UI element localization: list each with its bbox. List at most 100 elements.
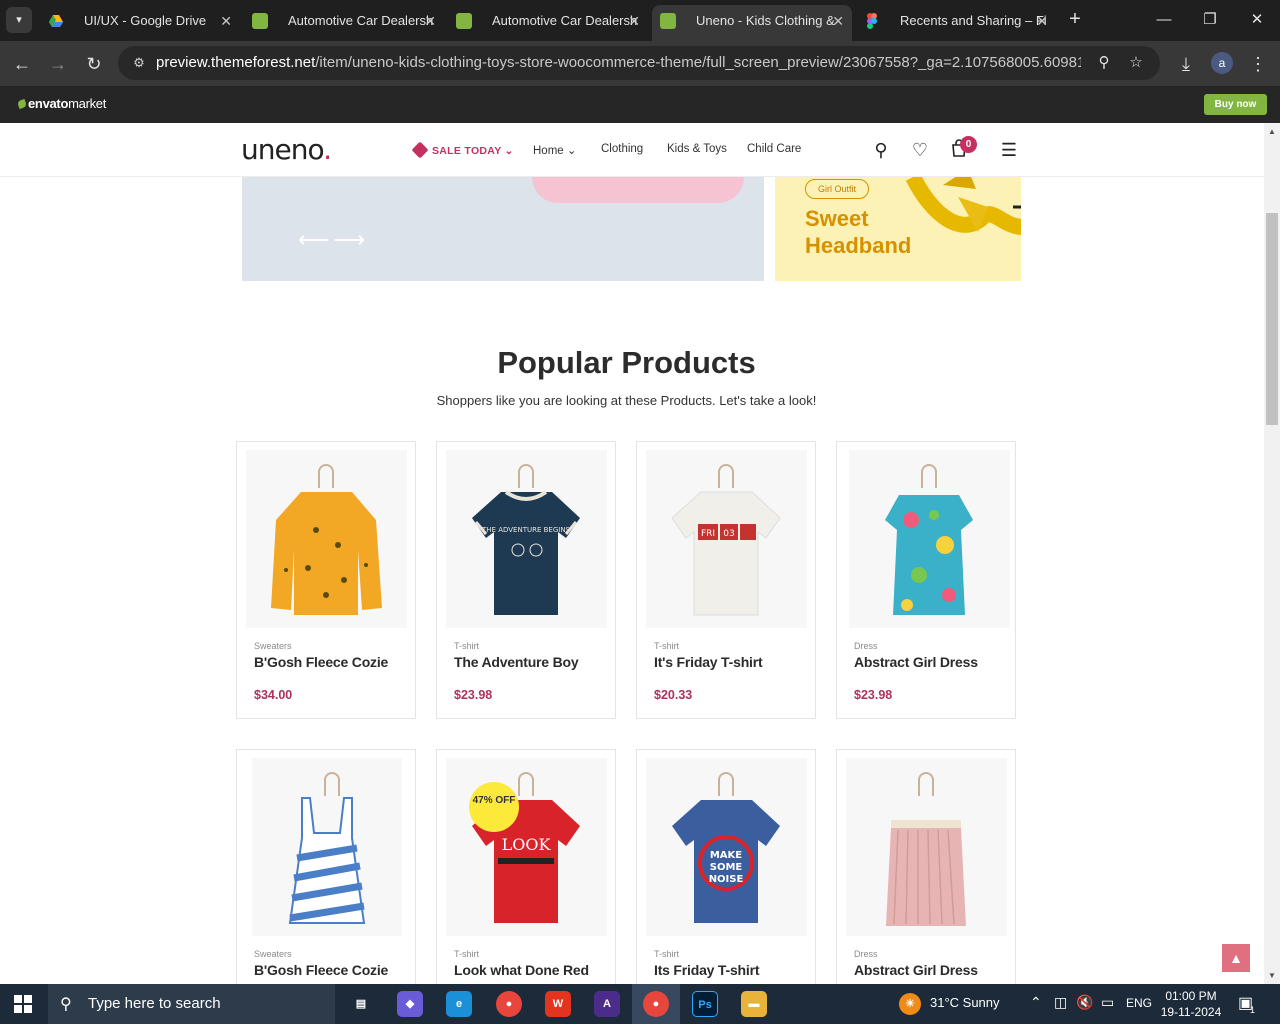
product-card[interactable]: Dress Abstract Girl Dress $23.98 bbox=[836, 441, 1016, 719]
product-name[interactable]: Abstract Girl Dress bbox=[854, 654, 978, 670]
sweet-headband-banner[interactable]: Girl Outfit Sweet Headband bbox=[775, 177, 1021, 281]
tshirt-image: MAKE SOME NOISE bbox=[672, 800, 780, 923]
product-name[interactable]: B'Gosh Fleece Cozie bbox=[254, 654, 388, 670]
nav-sale-today[interactable]: SALE TODAY ⌄ bbox=[411, 141, 514, 159]
notification-count: 1 bbox=[1250, 1005, 1256, 1015]
product-name[interactable]: Abstract Girl Dress bbox=[854, 962, 978, 978]
product-category: Sweaters bbox=[254, 641, 292, 651]
url-text[interactable]: preview.themeforest.net/item/uneno-kids-… bbox=[156, 46, 1081, 80]
close-window-button[interactable]: ✕ bbox=[1243, 8, 1271, 32]
zoom-icon[interactable]: ⚲ bbox=[1094, 53, 1114, 73]
product-image[interactable] bbox=[252, 758, 402, 936]
product-card[interactable]: LOOK 47% OFF T-shirt Look what Done Red bbox=[436, 749, 616, 984]
new-tab-button[interactable]: + bbox=[1064, 8, 1086, 30]
buy-now-button[interactable]: Buy now bbox=[1204, 94, 1267, 115]
chrome-profile-icon[interactable]: ● bbox=[643, 991, 669, 1017]
weather-text[interactable]: 31°C Sunny bbox=[930, 995, 1000, 1010]
site-info-icon[interactable]: ⚙ bbox=[130, 54, 148, 72]
browser-toolbar: ← → ↻ ⚙ preview.themeforest.net/item/une… bbox=[0, 41, 1280, 86]
envato-logo[interactable]: envatomarket bbox=[16, 96, 106, 111]
wps-office-icon[interactable]: W bbox=[545, 991, 571, 1017]
edge-browser-icon[interactable]: e bbox=[446, 991, 472, 1017]
back-button[interactable]: ← bbox=[9, 51, 35, 77]
product-price: $34.00 bbox=[254, 688, 293, 702]
product-name[interactable]: Its Friday T-shirt bbox=[654, 962, 760, 978]
back-to-top-button[interactable]: ▲ bbox=[1222, 944, 1250, 972]
tab-automotive-1[interactable]: Automotive Car Dealersh ✕ bbox=[244, 5, 444, 37]
tab-search-button[interactable]: ▾ bbox=[6, 7, 32, 33]
scroll-thumb[interactable] bbox=[1266, 213, 1278, 425]
reload-button[interactable]: ↻ bbox=[81, 51, 107, 77]
bookmark-star-icon[interactable]: ☆ bbox=[1126, 53, 1146, 73]
language-indicator[interactable]: ENG bbox=[1126, 996, 1152, 1010]
volume-icon[interactable]: 🔇 bbox=[1076, 994, 1093, 1011]
product-card[interactable]: Sweaters B'Gosh Fleece Cozie bbox=[236, 749, 416, 984]
weather-icon[interactable]: ☀ bbox=[899, 993, 921, 1015]
product-image[interactable] bbox=[246, 450, 407, 628]
tab-uneno-active[interactable]: Uneno - Kids Clothing & ✕ bbox=[652, 5, 852, 41]
tray-chevron-up-icon[interactable]: ⌃ bbox=[1030, 994, 1042, 1011]
product-image[interactable]: THE ADVENTURE BEGINS bbox=[446, 450, 607, 628]
chrome-icon[interactable]: ● bbox=[496, 991, 522, 1017]
page-scrollbar[interactable]: ▲ ▼ bbox=[1264, 123, 1280, 984]
close-icon[interactable]: ✕ bbox=[832, 5, 844, 37]
forward-button[interactable]: → bbox=[45, 51, 71, 77]
profile-avatar[interactable]: a bbox=[1211, 52, 1233, 74]
tab-google-drive[interactable]: UI/UX - Google Drive ✕ bbox=[40, 5, 240, 37]
photoshop-icon[interactable]: Ps bbox=[692, 991, 718, 1017]
product-card[interactable]: Sweaters B'Gosh Fleece Cozie $34.00 bbox=[236, 441, 416, 719]
search-icon[interactable]: ⚲ bbox=[870, 139, 892, 161]
task-view-icon[interactable]: ▤ bbox=[348, 991, 374, 1017]
product-card[interactable]: Dress Abstract Girl Dress bbox=[836, 749, 1016, 984]
wishlist-heart-icon[interactable]: ♡ bbox=[909, 139, 931, 161]
envato-leaf-icon bbox=[16, 98, 28, 110]
arrow-left-icon[interactable]: ⟵ bbox=[298, 227, 334, 252]
copilot-icon[interactable]: ◆ bbox=[397, 991, 423, 1017]
nav-clothing[interactable]: Clothing bbox=[601, 143, 643, 155]
windows-start-icon[interactable] bbox=[14, 995, 32, 1013]
nav-home[interactable]: Home ⌄ bbox=[533, 143, 577, 157]
product-card[interactable]: THE ADVENTURE BEGINS T-shirt The Adventu… bbox=[436, 441, 616, 719]
svg-text:MAKE: MAKE bbox=[710, 850, 742, 861]
camera-icon[interactable]: ◫ bbox=[1054, 994, 1067, 1011]
tab-title: Automotive Car Dealersh bbox=[492, 13, 638, 28]
product-card[interactable]: FRI 03 T-shirt It's Friday T-shirt $20.3… bbox=[636, 441, 816, 719]
network-icon[interactable]: ▭ bbox=[1101, 994, 1114, 1011]
close-icon[interactable]: ✕ bbox=[424, 5, 436, 37]
nav-kids-toys[interactable]: Kids & Toys bbox=[667, 143, 727, 155]
tab-figma[interactable]: Recents and Sharing – Fi ✕ bbox=[856, 5, 1056, 37]
product-name[interactable]: It's Friday T-shirt bbox=[654, 654, 763, 670]
close-icon[interactable]: ✕ bbox=[1036, 5, 1048, 37]
ai-app-icon[interactable]: A bbox=[594, 991, 620, 1017]
download-icon[interactable]: ⤓ bbox=[1173, 51, 1199, 77]
windows-taskbar: ⚲ Type here to search ▤ ◆ e ● W A ● Ps ▬… bbox=[0, 984, 1280, 1024]
clock[interactable]: 01:00 PM 19-11-2024 bbox=[1158, 988, 1224, 1020]
taskbar-search[interactable]: ⚲ Type here to search bbox=[48, 984, 335, 1024]
product-image[interactable] bbox=[846, 758, 1007, 936]
chevron-down-icon: ⌄ bbox=[504, 145, 514, 157]
nav-child-care[interactable]: Child Care bbox=[747, 143, 801, 155]
address-bar[interactable]: ⚙ preview.themeforest.net/item/uneno-kid… bbox=[118, 46, 1160, 80]
arrow-right-icon[interactable]: ⟶ bbox=[334, 227, 370, 252]
tab-automotive-2[interactable]: Automotive Car Dealersh ✕ bbox=[448, 5, 648, 37]
close-icon[interactable]: ✕ bbox=[220, 5, 232, 37]
site-logo[interactable]: uneno. bbox=[241, 133, 332, 166]
file-explorer-icon[interactable]: ▬ bbox=[741, 991, 767, 1017]
tshirt-image: LOOK bbox=[472, 800, 580, 923]
search-icon: ⚲ bbox=[60, 996, 72, 1013]
product-image[interactable] bbox=[849, 450, 1010, 628]
product-name[interactable]: Look what Done Red bbox=[454, 962, 589, 978]
minimize-button[interactable]: — bbox=[1150, 8, 1178, 32]
close-icon[interactable]: ✕ bbox=[628, 5, 640, 37]
product-image[interactable]: MAKE SOME NOISE bbox=[646, 758, 807, 936]
hamburger-menu-icon[interactable]: ☰ bbox=[998, 139, 1020, 161]
product-card[interactable]: MAKE SOME NOISE T-shirt Its Friday T-shi… bbox=[636, 749, 816, 984]
product-name[interactable]: B'Gosh Fleece Cozie bbox=[254, 962, 388, 978]
product-image[interactable]: LOOK 47% OFF bbox=[446, 758, 607, 936]
product-name[interactable]: The Adventure Boy bbox=[454, 654, 579, 670]
more-menu-icon[interactable]: ⋮ bbox=[1245, 51, 1271, 77]
scroll-up-arrow-icon[interactable]: ▲ bbox=[1267, 127, 1277, 136]
scroll-down-arrow-icon[interactable]: ▼ bbox=[1267, 971, 1277, 980]
restore-button[interactable]: ❐ bbox=[1196, 8, 1224, 32]
product-image[interactable]: FRI 03 bbox=[646, 450, 807, 628]
